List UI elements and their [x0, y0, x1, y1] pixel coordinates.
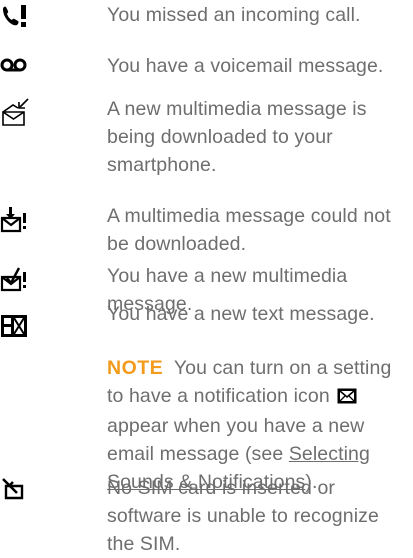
mms-download-failed-icon — [0, 205, 40, 237]
no-sim-icon — [0, 476, 40, 508]
email-envelope-icon — [337, 384, 357, 412]
note-label: NOTE — [107, 357, 164, 379]
notification-text: No SIM card is inserted or software is u… — [107, 477, 379, 555]
notification-text: You have a voicemail message. — [107, 55, 384, 77]
new-mms-icon — [0, 264, 40, 296]
notification-text: A new multimedia message is being downlo… — [107, 98, 367, 176]
notification-text: You have a new text message. — [107, 303, 375, 325]
mms-downloading-icon — [0, 96, 40, 128]
notification-text: You missed an incoming call. — [107, 4, 361, 26]
missed-call-icon — [0, 3, 40, 35]
new-text-message-icon — [0, 314, 40, 346]
voicemail-icon — [0, 55, 40, 87]
notification-text: A multimedia message could not be downlo… — [107, 205, 391, 255]
